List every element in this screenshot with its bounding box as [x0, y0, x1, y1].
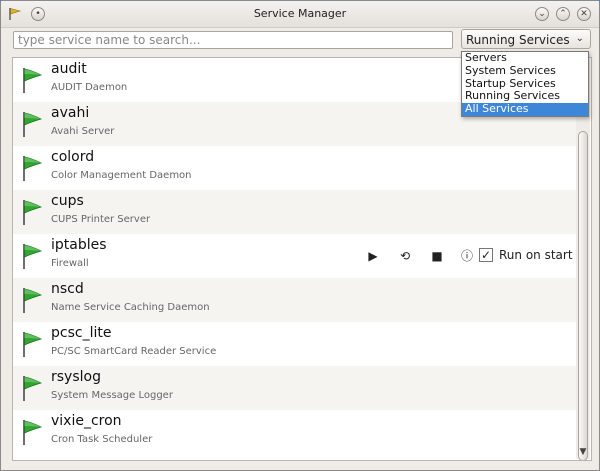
service-manager-window: • Service Manager ⌄ ⌃ ✕ Running Services… — [0, 0, 600, 471]
service-row-cups[interactable]: cups CUPS Printer Server — [13, 190, 576, 234]
service-description: Cron Task Scheduler — [51, 434, 153, 445]
filter-option[interactable]: System Services — [462, 64, 588, 78]
service-flag-icon — [23, 112, 42, 137]
scrollbar-thumb[interactable] — [578, 131, 588, 460]
service-name: vixie_cron — [51, 413, 122, 429]
service-flag-icon — [23, 288, 42, 313]
service-flag-icon — [23, 332, 42, 357]
service-row-iptables[interactable]: iptables Firewall ▶ ⟲ ■ ⓘ ✓ Run on start — [13, 234, 576, 278]
service-row-pcsc_lite[interactable]: pcsc_lite PC/SC SmartCard Reader Service — [13, 322, 576, 366]
chevron-down-icon: ⌄ — [575, 33, 584, 44]
search-input[interactable] — [13, 31, 453, 49]
close-button[interactable]: ✕ — [577, 7, 591, 21]
service-name: pcsc_lite — [51, 325, 112, 341]
service-description: Color Management Daemon — [51, 170, 192, 181]
info-icon[interactable]: ⓘ — [459, 248, 475, 264]
restart-icon[interactable]: ⟲ — [397, 248, 413, 264]
service-name: iptables — [51, 237, 107, 253]
service-description: Avahi Server — [51, 126, 115, 137]
service-name: audit — [51, 61, 87, 77]
service-name: nscd — [51, 281, 84, 297]
service-name: colord — [51, 149, 95, 165]
scroll-down-icon[interactable]: ▼ — [576, 445, 590, 459]
service-list[interactable]: ▲ ▼ audit AUDIT Daemon avahi Avahi Server co… — [12, 57, 592, 461]
service-name: rsyslog — [51, 369, 101, 385]
service-row-nscd[interactable]: nscd Name Service Caching Daemon — [13, 278, 576, 322]
service-row-rsyslog[interactable]: rsyslog System Message Logger — [13, 366, 576, 410]
filter-options-popup: Servers System Services Startup Services Ru… — [461, 51, 589, 117]
title-bar[interactable]: • Service Manager ⌄ ⌃ ✕ — [1, 1, 599, 28]
service-description: AUDIT Daemon — [51, 82, 128, 93]
maximize-button[interactable]: ⌃ — [556, 7, 570, 21]
service-flag-icon — [23, 376, 42, 401]
service-name: cups — [51, 193, 84, 209]
filter-option[interactable]: All Services — [462, 102, 588, 116]
minimize-button[interactable]: ⌄ — [535, 7, 549, 21]
run-on-start-label: Run on start — [499, 248, 573, 262]
service-description: Name Service Caching Daemon — [51, 302, 210, 313]
service-row-vixie_cron[interactable]: vixie_cron Cron Task Scheduler — [13, 410, 576, 454]
stop-icon[interactable]: ■ — [429, 248, 445, 264]
filter-dropdown[interactable]: Running Services ⌄ — [461, 29, 591, 49]
service-flag-icon — [23, 420, 42, 445]
filter-selected-value: Running Services — [466, 33, 570, 47]
filter-option[interactable]: Servers — [462, 51, 588, 65]
service-actions: ▶ ⟲ ■ ⓘ ✓ Run on start — [349, 245, 574, 267]
start-icon[interactable]: ▶ — [365, 248, 381, 264]
service-description: Firewall — [51, 258, 89, 269]
service-flag-icon — [23, 200, 42, 225]
vertical-scrollbar[interactable]: ▲ ▼ — [576, 59, 590, 460]
service-flag-icon — [23, 156, 42, 181]
service-name: avahi — [51, 105, 90, 121]
service-flag-icon — [23, 244, 42, 269]
service-description: CUPS Printer Server — [51, 214, 151, 225]
run-on-start-checkbox[interactable]: ✓ — [479, 248, 493, 262]
service-description: System Message Logger — [51, 390, 173, 401]
window-title: Service Manager — [253, 7, 347, 20]
service-row-colord[interactable]: colord Color Management Daemon — [13, 146, 576, 190]
service-flag-icon — [23, 68, 42, 93]
service-description: PC/SC SmartCard Reader Service — [51, 346, 217, 357]
